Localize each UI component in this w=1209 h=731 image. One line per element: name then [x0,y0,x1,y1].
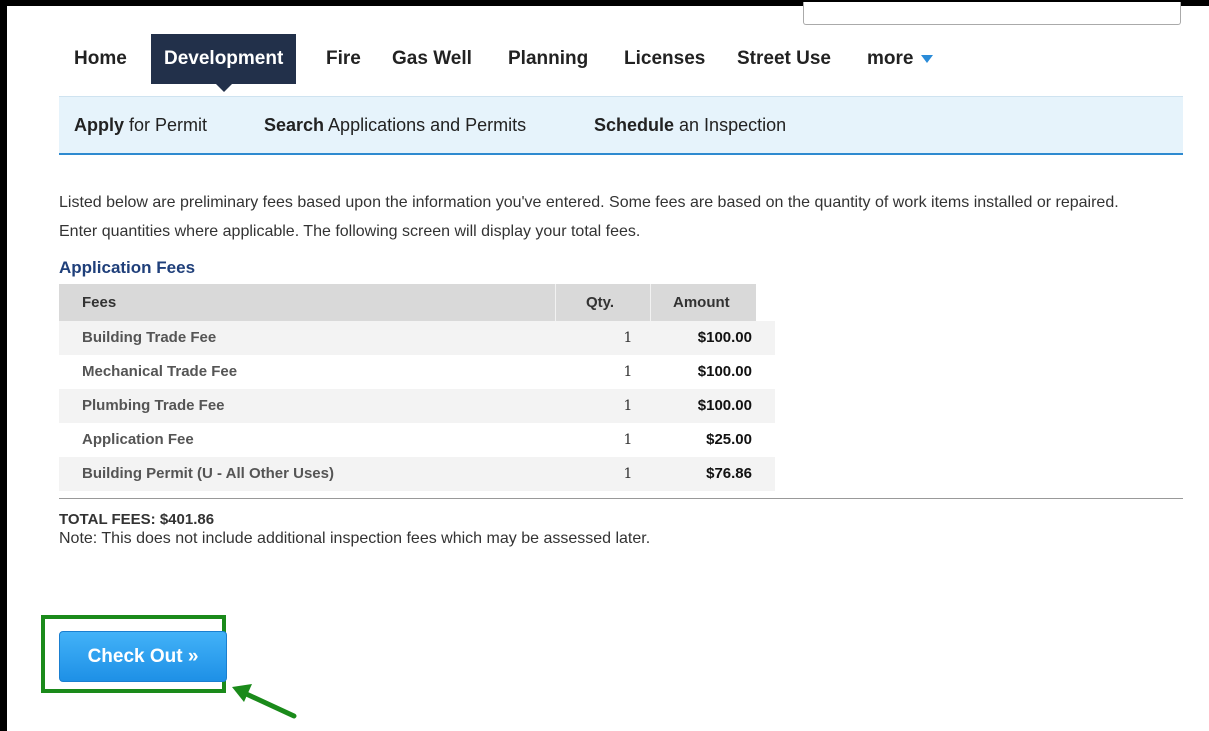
column-header-qty: Qty. [586,294,615,311]
nav-item-more[interactable]: more [867,34,934,84]
nav-item-home[interactable]: Home [74,34,127,84]
nav-item-label: Planning [508,48,589,69]
subnav-search-applications[interactable]: Search Applications and Permits [264,97,526,153]
nav-item-label: Street Use [737,48,831,69]
fee-qty: 1 [623,330,633,346]
fee-name: Plumbing Trade Fee [82,397,225,414]
check-out-button[interactable]: Check Out » [59,631,227,682]
subnav-bold-label: Apply [74,115,125,135]
column-separator [555,284,556,321]
column-header-amount: Amount [673,294,730,311]
sub-navigation: Apply for Permit Search Applications and… [59,96,1183,155]
section-divider [59,498,1183,499]
fee-amount: $100.00 [697,397,752,414]
subnav-label: an Inspection [674,115,787,135]
nav-item-label: Fire [326,48,361,69]
nav-item-label: Development [164,48,284,69]
table-row: Plumbing Trade Fee 1 $100.00 [59,389,775,423]
table-row: Building Trade Fee 1 $100.00 [59,321,775,355]
fee-qty: 1 [623,364,633,380]
fees-table: Fees Qty. Amount Building Trade Fee 1 $1… [59,284,775,491]
table-row: Mechanical Trade Fee 1 $100.00 [59,355,775,389]
nav-item-label: Home [74,48,127,69]
intro-text: Listed below are preliminary fees based … [59,194,1119,240]
nav-item-label: Licenses [624,48,706,69]
active-pointer-icon [215,84,232,92]
fee-amount: $25.00 [706,431,752,448]
section-title: Application Fees [59,258,196,277]
fees-note: Note: This does not include additional i… [59,530,651,547]
fee-qty: 1 [623,466,633,482]
fee-amount: $100.00 [697,329,752,346]
subnav-bold-label: Search [264,115,325,135]
fees-table-header: Fees Qty. Amount [59,284,756,321]
table-row: Application Fee 1 $25.00 [59,423,775,457]
fee-name: Application Fee [82,431,194,448]
dropdown-triangle-icon [921,54,934,63]
fee-name: Mechanical Trade Fee [82,363,238,380]
nav-item-street-use[interactable]: Street Use [737,34,831,84]
subnav-label: Applications and Permits [324,115,527,135]
fee-qty: 1 [623,432,633,448]
nav-item-licenses[interactable]: Licenses [624,34,705,84]
fee-amount: $100.00 [697,363,752,380]
nav-item-development[interactable]: Development [151,34,297,92]
frame-border-left [0,0,7,731]
nav-item-fire[interactable]: Fire [326,34,361,84]
main-navigation: Home Development Fire Gas Well Planning … [59,34,1183,92]
pointer-arrow-icon [232,684,297,719]
subnav-apply-for-permit[interactable]: Apply for Permit [74,97,207,153]
fee-name: Building Permit (U - All Other Uses) [82,465,334,482]
fee-name: Building Trade Fee [82,329,217,346]
fee-amount: $76.86 [706,465,752,482]
total-fees: TOTAL FEES: $401.86 [59,511,215,528]
nav-item-planning[interactable]: Planning [508,34,588,84]
subnav-bold-label: Schedule [594,115,675,135]
column-header-fees: Fees [82,294,117,311]
nav-item-label: more [867,48,914,69]
column-separator [650,284,651,321]
subnav-schedule-inspection[interactable]: Schedule an Inspection [594,97,786,153]
nav-item-label: Gas Well [392,48,472,69]
nav-item-gas-well[interactable]: Gas Well [392,34,472,84]
fee-qty: 1 [623,398,633,414]
global-search-input[interactable] [803,2,1181,25]
table-row: Building Permit (U - All Other Uses) 1 $… [59,457,775,491]
subnav-label: for Permit [124,115,208,135]
